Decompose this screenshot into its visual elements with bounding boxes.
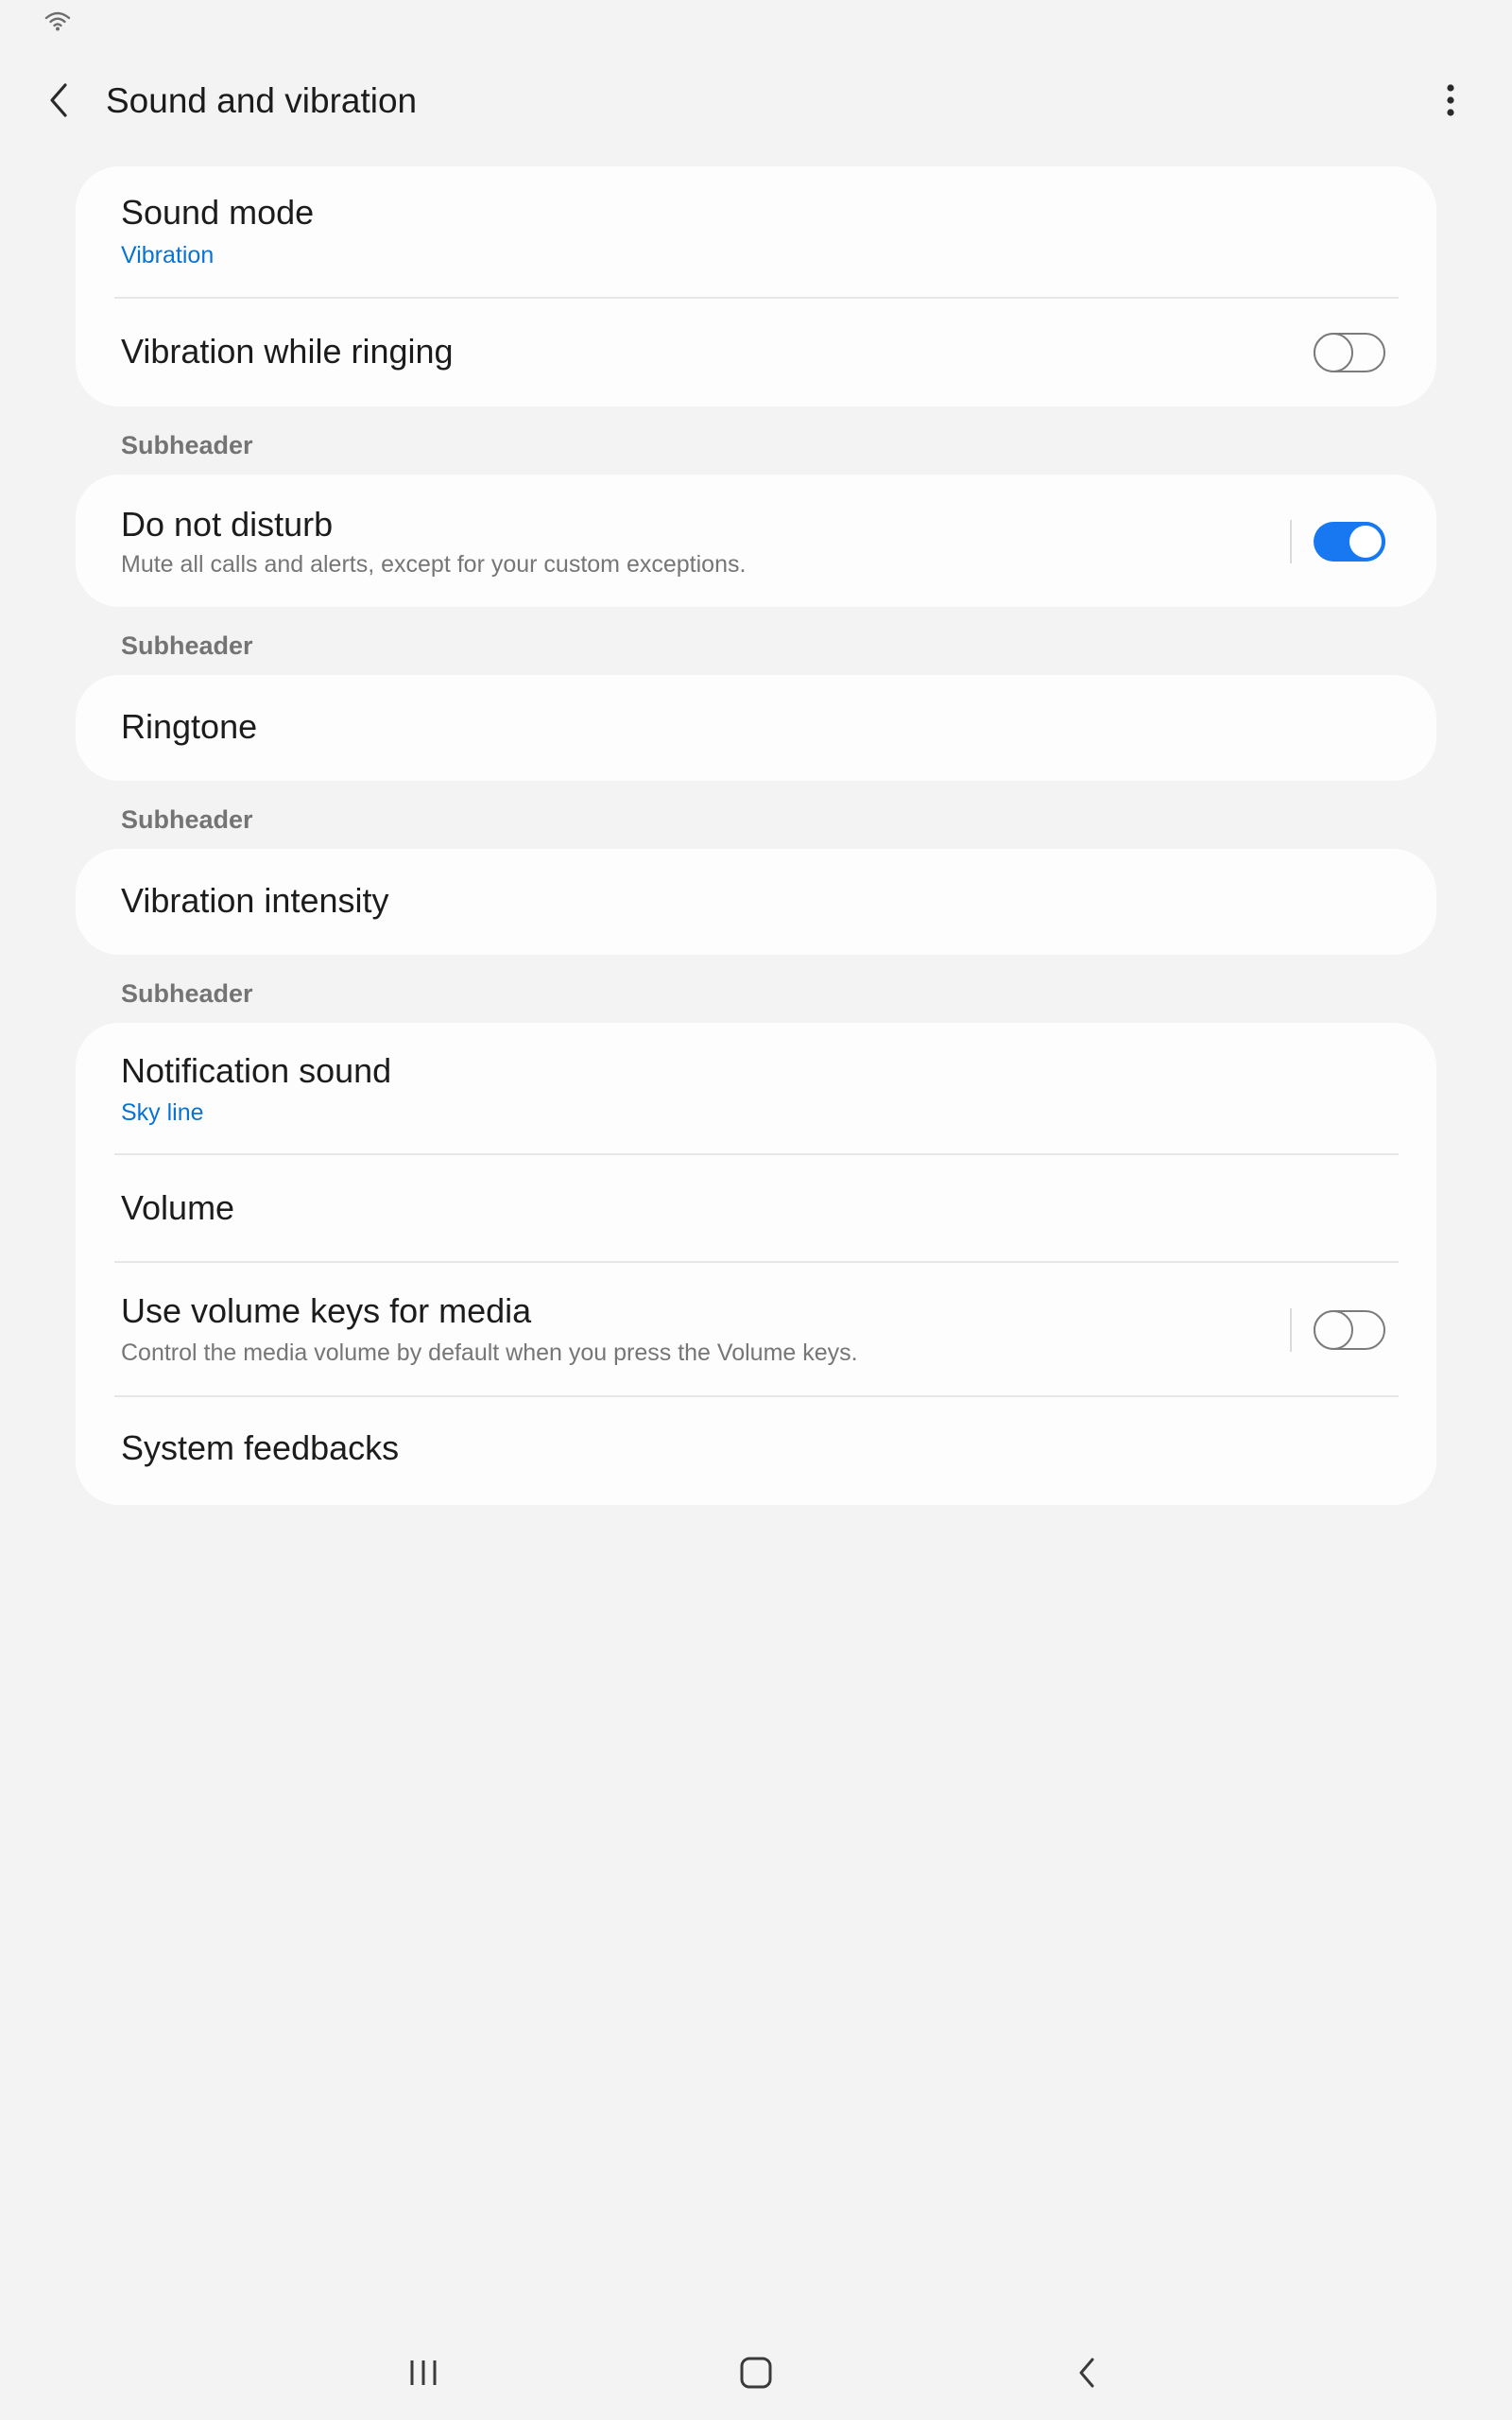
do-not-disturb-card: Do not disturb Mute all calls and alerts… [76, 475, 1436, 607]
system-feedbacks-item[interactable]: System feedbacks [76, 1397, 1436, 1505]
ringtone-item[interactable]: Ringtone [76, 675, 1436, 781]
ringtone-card: Ringtone [76, 675, 1436, 781]
switch-knob [1346, 522, 1385, 562]
navigation-bar [0, 2325, 1512, 2420]
back-button[interactable] [32, 74, 85, 127]
ringtone-title: Ringtone [121, 707, 258, 746]
home-button[interactable] [718, 2344, 794, 2401]
recents-icon [410, 2360, 437, 2385]
notification-sound-title: Notification sound [121, 1051, 392, 1090]
notification-sound-value: Sky line [121, 1099, 204, 1126]
subheader: Subheader [121, 631, 253, 660]
use-volume-keys-switch[interactable] [1313, 1309, 1385, 1350]
chevron-left-icon [50, 83, 67, 117]
vibration-while-ringing-title: Vibration while ringing [121, 332, 454, 371]
vibration-while-ringing-item[interactable]: Vibration while ringing [76, 299, 1436, 406]
wifi-icon [44, 11, 71, 31]
back-icon [1079, 2358, 1094, 2388]
sound-mode-title: Sound mode [121, 193, 315, 232]
vibration-intensity-card: Vibration intensity [76, 849, 1436, 955]
volume-item[interactable]: Volume [76, 1155, 1436, 1263]
subheader: Subheader [121, 979, 253, 1008]
recents-button[interactable] [386, 2344, 461, 2401]
vertical-separator [1290, 520, 1292, 563]
nav-back-button[interactable] [1049, 2344, 1125, 2401]
home-icon [740, 2357, 772, 2389]
do-not-disturb-item[interactable]: Do not disturb Mute all calls and alerts… [76, 475, 1436, 607]
more-vertical-icon [1447, 84, 1454, 116]
vibration-intensity-title: Vibration intensity [121, 881, 389, 920]
sound-mode-card: Sound mode Vibration Vibration while rin… [76, 166, 1436, 406]
more-options-button[interactable] [1424, 74, 1477, 127]
do-not-disturb-summary: Mute all calls and alerts, except for yo… [121, 551, 747, 578]
vibration-intensity-item[interactable]: Vibration intensity [76, 849, 1436, 955]
use-volume-keys-summary: Control the media volume by default when… [121, 1340, 858, 1366]
use-volume-keys-title: Use volume keys for media [121, 1291, 532, 1330]
notification-sound-item[interactable]: Notification sound Sky line [76, 1023, 1436, 1155]
page-title: Sound and vibration [106, 81, 418, 120]
sound-mode-item[interactable]: Sound mode Vibration [76, 166, 1436, 299]
volume-title: Volume [121, 1188, 235, 1227]
app-bar: Sound and vibration [0, 42, 1512, 153]
subheader: Subheader [121, 431, 253, 459]
system-feedbacks-title: System feedbacks [121, 1428, 400, 1467]
vibration-while-ringing-switch[interactable] [1313, 332, 1385, 372]
subheader: Subheader [121, 805, 253, 834]
switch-knob [1313, 332, 1353, 372]
sound-mode-value: Vibration [121, 242, 215, 268]
notification-card: Notification sound Sky line Volume Use v… [76, 1023, 1436, 1505]
use-volume-keys-item[interactable]: Use volume keys for media Control the me… [76, 1263, 1436, 1397]
status-bar [0, 0, 1512, 42]
vertical-separator [1290, 1308, 1292, 1352]
switch-knob [1313, 1309, 1353, 1350]
do-not-disturb-title: Do not disturb [121, 505, 334, 544]
do-not-disturb-switch[interactable] [1314, 522, 1385, 562]
